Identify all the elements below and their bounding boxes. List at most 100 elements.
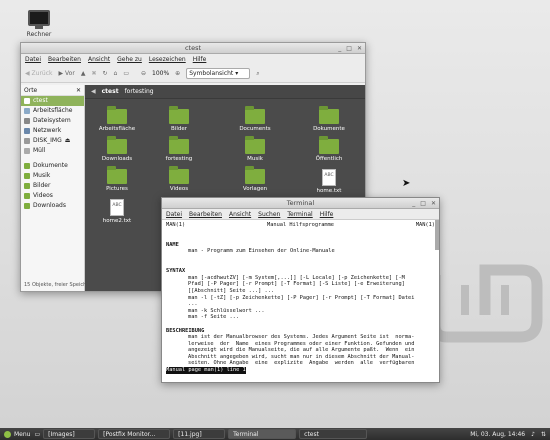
menu-gehe-zu[interactable]: Gehe zu [117, 54, 142, 65]
minimize-icon[interactable]: _ [338, 45, 341, 52]
file-item-label: Documents [239, 126, 271, 132]
file-item-label: home.txt [316, 188, 342, 194]
file-item[interactable]: Pictures [87, 166, 147, 192]
fm-titlebar[interactable]: ctest _ □ ✕ [21, 43, 365, 54]
start-menu-button[interactable]: Menu [0, 430, 34, 438]
file-item[interactable]: Videos [149, 166, 209, 192]
close-icon[interactable]: ✕ [357, 45, 362, 52]
view-mode-select[interactable]: Symbolansicht ▾ [186, 68, 251, 79]
path-back-icon[interactable]: ◀ [91, 88, 96, 95]
terminal-titlebar[interactable]: Terminal _ □ ✕ [162, 198, 439, 209]
folder-icon [319, 106, 339, 124]
file-item-label: Arbeitsfläche [98, 126, 136, 132]
home-icon[interactable]: ⌂ [114, 70, 118, 77]
term-menu-ansicht[interactable]: Ansicht [229, 209, 251, 219]
file-item[interactable]: fortesting [149, 136, 209, 162]
file-item[interactable]: Dokumente [299, 106, 359, 132]
file-item[interactable]: Documents [225, 106, 285, 132]
show-desktop-icon[interactable]: ▭ [34, 431, 40, 438]
eject-icon[interactable]: ⏏ [65, 136, 71, 146]
term-menu-suchen[interactable]: Suchen [258, 209, 280, 219]
monitor-icon [28, 10, 50, 26]
up-arrow-icon[interactable]: ▲ [81, 70, 86, 77]
network-tray-icon[interactable]: ⇅ [541, 431, 546, 438]
forward-button[interactable]: ▶ Vor [59, 70, 75, 77]
sidebar-item-music[interactable]: Musik [21, 171, 84, 181]
sidebar-item-desktop[interactable]: Arbeitsfläche [21, 106, 84, 116]
clock[interactable]: Mi, 03. Aug, 14:46 [470, 431, 525, 438]
stop-icon[interactable]: ✖ [91, 70, 96, 77]
desktop-computer-icon[interactable]: Rechner [22, 10, 56, 38]
disk-icon [24, 138, 30, 144]
man-line: Pfad] [-P Pager] [-r Prompt] [-T Format]… [188, 281, 405, 288]
file-item[interactable]: Musik [225, 136, 285, 162]
term-menu-hilfe[interactable]: Hilfe [320, 209, 334, 219]
sidebar-close-icon[interactable]: ✕ [76, 85, 81, 95]
terminal-scrollbar[interactable] [435, 220, 439, 250]
man-header-right: MAN(1) [415, 222, 435, 228]
folder-icon [169, 166, 189, 184]
file-item[interactable]: ABC home2.txt [87, 199, 147, 224]
terminal-output[interactable]: MAN(1) Manual Hilfsprogramme MAN(1) NAME ma… [162, 220, 439, 383]
path-button-fortesting[interactable]: fortesting [125, 88, 154, 95]
task-images[interactable]: [Images] [43, 429, 96, 439]
volume-icon[interactable]: ♪ [531, 431, 535, 438]
maximize-icon[interactable]: □ [420, 200, 426, 207]
file-item[interactable]: ABC home.txt [299, 169, 359, 194]
menu-bearbeiten[interactable]: Bearbeiten [48, 54, 81, 65]
drive-icon [24, 118, 30, 124]
task-ctest[interactable]: ctest [299, 429, 368, 439]
sidebar-item-trash[interactable]: Müll [21, 146, 84, 156]
man-line: Abschnitt angegeben wird, sucht man nur … [188, 353, 415, 360]
task-terminal[interactable]: Terminal [228, 429, 297, 439]
sidebar-item-downloads[interactable]: Downloads [21, 201, 84, 211]
sidebar-item-documents[interactable]: Dokumente [21, 161, 84, 171]
file-item-label: Bilder [171, 126, 187, 132]
sidebar-item-filesystem[interactable]: Dateisystem [21, 116, 84, 126]
term-menu-datei[interactable]: Datei [166, 209, 182, 219]
file-item[interactable]: Vorlagen [225, 166, 285, 192]
folder-icon [245, 106, 265, 124]
file-item[interactable]: Bilder [149, 106, 209, 132]
sidebar-header[interactable]: Orte [24, 85, 37, 95]
zoom-out-icon[interactable]: ⊖ [141, 70, 146, 77]
file-item-label: Videos [169, 186, 189, 192]
task-11-jpg[interactable]: [11.jpg] [173, 429, 226, 439]
back-button[interactable]: ◀ Zurück [25, 70, 53, 77]
pager-status: Manual page man(1) line 1 [166, 367, 246, 374]
sidebar-item-network[interactable]: Netzwerk [21, 126, 84, 136]
search-icon[interactable]: ⌕ [256, 70, 259, 78]
close-icon[interactable]: ✕ [431, 200, 436, 207]
file-item-label: Musik [247, 156, 263, 162]
task-postfix-monitor[interactable]: [Postfix Monitor... [98, 429, 171, 439]
file-item[interactable]: Downloads [87, 136, 147, 162]
man-header-left: MAN(1) [166, 222, 186, 228]
minimize-icon[interactable]: _ [412, 200, 415, 207]
path-bar: ◀ ctest fortesting [85, 85, 365, 99]
synopsis-heading: SYNTAX [166, 268, 186, 275]
menu-hilfe[interactable]: Hilfe [193, 54, 207, 65]
sidebar-item-disk-img[interactable]: DISK_IMG ⏏ [21, 136, 84, 146]
sidebar-item-videos[interactable]: Videos [21, 191, 84, 201]
term-menu-terminal[interactable]: Terminal [287, 209, 312, 219]
folder-icon [24, 193, 30, 199]
menu-datei[interactable]: Datei [25, 54, 41, 65]
sidebar-item-pictures[interactable]: Bilder [21, 181, 84, 191]
path-button-ctest[interactable]: ctest [102, 88, 119, 95]
zoom-in-icon[interactable]: ⊕ [175, 70, 180, 77]
computer-icon[interactable]: ▭ [123, 70, 129, 77]
text-file-icon: ABC [322, 169, 336, 186]
menu-lesezeichen[interactable]: Lesezeichen [149, 54, 186, 65]
menu-ansicht[interactable]: Ansicht [88, 54, 110, 65]
man-line: [[Abschnitt] Seite ...] ... [188, 287, 275, 294]
folder-icon [107, 166, 127, 184]
folder-icon [24, 173, 30, 179]
file-item[interactable]: Öffentlich [299, 136, 359, 162]
text-file-icon: ABC [110, 199, 124, 216]
term-menu-bearbeiten[interactable]: Bearbeiten [189, 209, 222, 219]
file-item[interactable]: Arbeitsfläche [87, 106, 147, 132]
sidebar-item-ctest[interactable]: ctest [21, 96, 84, 106]
reload-icon[interactable]: ↻ [102, 70, 107, 77]
maximize-icon[interactable]: □ [346, 45, 352, 52]
man-line: angezeigt wird die Manualseite, die auf … [188, 347, 415, 354]
